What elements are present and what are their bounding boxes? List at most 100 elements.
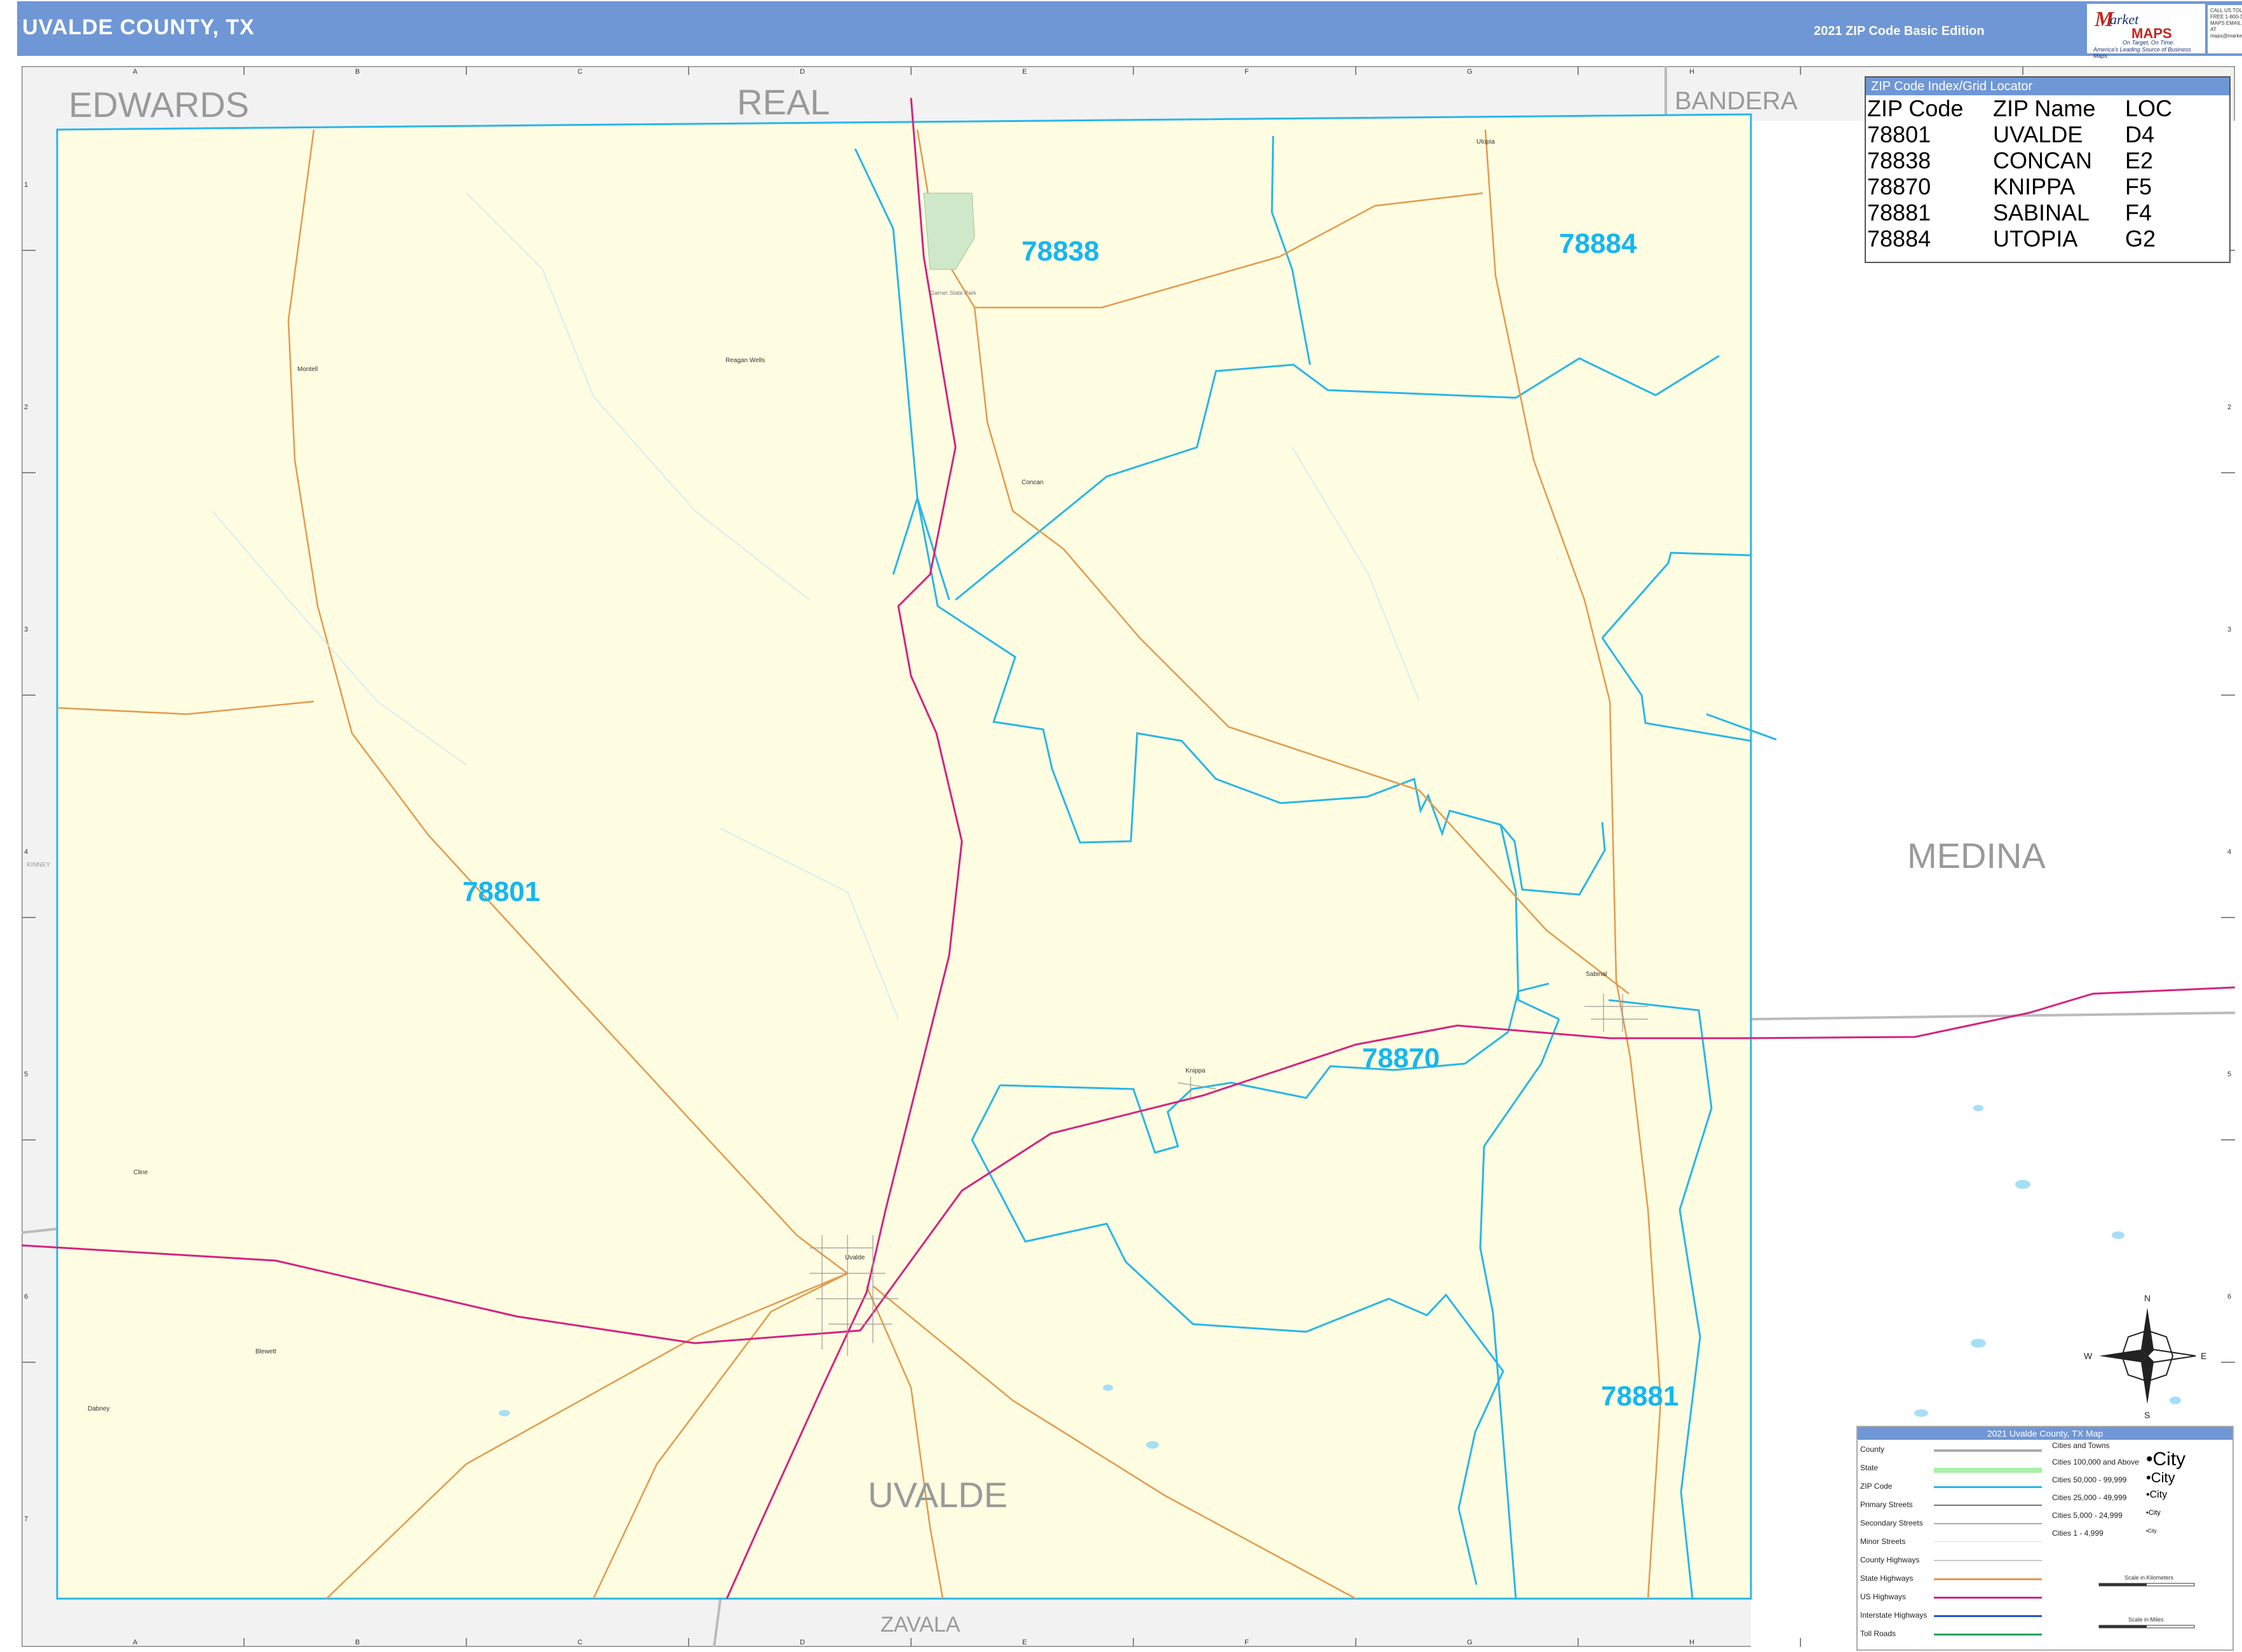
legend-city-sample: •City bbox=[2146, 1489, 2168, 1501]
legend-item-swatch bbox=[1934, 1523, 2042, 1524]
grid-column-label: E bbox=[1022, 1639, 1027, 1646]
grid-column-label: F bbox=[1245, 1639, 1249, 1646]
loc-cell: D4 bbox=[2125, 121, 2155, 147]
title-bar: UVALDE COUNTY, TX 2021 ZIP Code Basic Ed… bbox=[17, 1, 2242, 59]
zip-cell: 78801 bbox=[1867, 121, 1931, 147]
grid-column-label: D bbox=[800, 1639, 805, 1646]
table-row: 78838 CONCAN E2 bbox=[1867, 147, 2172, 173]
grid-row-label: 2 bbox=[2227, 403, 2231, 411]
legend-item-swatch bbox=[1934, 1541, 2042, 1542]
legend-title: 2021 Uvalde County, TX Map bbox=[1858, 1427, 2232, 1440]
compass-w: W bbox=[2084, 1351, 2093, 1361]
map-legend: 2021 Uvalde County, TX Map County State ZI… bbox=[1856, 1426, 2234, 1651]
zip-cell: 78884 bbox=[1867, 226, 1931, 252]
zip-label-78801: 78801 bbox=[463, 876, 540, 907]
legend-scale-bars: Scale in Kilometers Scale in Miles bbox=[2098, 1574, 2195, 1628]
legend-item-label: Primary Streets bbox=[1860, 1500, 1913, 1509]
grid-column-label: B bbox=[355, 68, 360, 76]
grid-row-label: 3 bbox=[2227, 626, 2231, 633]
county-map[interactable]: AABBCCDDEEFFGGHH 11223344556677 bbox=[22, 66, 2235, 1647]
legend-item-label: Toll Roads bbox=[1860, 1629, 1896, 1638]
legend-city-sample: •City bbox=[2146, 1528, 2157, 1534]
scale-km-label: Scale in Kilometers bbox=[2124, 1574, 2174, 1581]
grid-row-label: 7 bbox=[24, 1515, 28, 1523]
place-concan: Concan bbox=[1022, 479, 1043, 486]
place-cline: Cline bbox=[133, 1169, 148, 1176]
county-medina: MEDINA bbox=[1907, 836, 2046, 876]
name-cell: UTOPIA bbox=[1993, 226, 2078, 252]
legend-city-sample: •City bbox=[2146, 1449, 2186, 1470]
logo-tagline-2: America's Leading Source of Business Map… bbox=[2093, 46, 2191, 59]
legend-item-swatch bbox=[1934, 1449, 2042, 1452]
grid-column-label: F bbox=[1245, 68, 1249, 76]
grid-row-label: 2 bbox=[24, 403, 28, 411]
legend-item-swatch bbox=[1934, 1505, 2042, 1506]
zip-label-78838: 78838 bbox=[1022, 236, 1099, 267]
place-reagan-wells: Reagan Wells bbox=[726, 357, 765, 364]
legend-city-class: Cities 25,000 - 49,999 bbox=[2052, 1493, 2127, 1502]
legend-item-label: County bbox=[1860, 1445, 1885, 1454]
grid-row-label: 4 bbox=[2227, 848, 2231, 856]
grid-column-label: C bbox=[577, 68, 583, 76]
legend-item-swatch bbox=[1934, 1615, 2042, 1617]
county-zavala: ZAVALA bbox=[881, 1613, 961, 1637]
county-kinney: KINNEY bbox=[27, 862, 51, 869]
place-sabinal: Sabinal bbox=[1586, 971, 1607, 978]
legend-item-label: State Highways bbox=[1860, 1574, 1914, 1583]
county-uvalde: UVALDE bbox=[868, 1475, 1008, 1515]
zip-index-header-row: ZIP Code ZIP Name LOC bbox=[1867, 95, 2172, 121]
loc-cell: E2 bbox=[2125, 147, 2154, 173]
contact-info: CALL US TOLL FREE 1-800-334-MAPS EMAIL U… bbox=[2208, 5, 2242, 53]
legend-item-swatch bbox=[1934, 1560, 2042, 1561]
grid-column-label: G bbox=[1467, 68, 1473, 76]
grid-row-label: 6 bbox=[2227, 1293, 2231, 1301]
loc-cell: G2 bbox=[2125, 226, 2156, 252]
legend-city-class: Cities 100,000 and Above bbox=[2052, 1458, 2139, 1466]
scale-mi-label: Scale in Miles bbox=[2128, 1616, 2164, 1623]
loc-cell: F5 bbox=[2125, 173, 2152, 200]
place-montell: Montell bbox=[297, 366, 318, 373]
name-cell: CONCAN bbox=[1993, 147, 2093, 173]
loc-cell: F4 bbox=[2125, 200, 2152, 226]
zip-label-78870: 78870 bbox=[1362, 1043, 1440, 1074]
legend-item-label: Interstate Highways bbox=[1860, 1611, 1928, 1620]
table-row: 78801 UVALDE D4 bbox=[1867, 121, 2172, 147]
zip-cell: 78838 bbox=[1867, 147, 1931, 173]
legend-item-swatch bbox=[1934, 1578, 2042, 1580]
col-header-zip: ZIP Code bbox=[1867, 95, 1964, 121]
zip-cell: 78870 bbox=[1867, 173, 1931, 200]
place-dabney: Dabney bbox=[88, 1405, 109, 1412]
legend-city-class: Cities 1 - 4,999 bbox=[2052, 1529, 2104, 1538]
zip-index-grid: ZIP Code ZIP Name LOC 78801 UVALDE D4 78… bbox=[1867, 95, 2172, 252]
grid-column-label: B bbox=[355, 1639, 360, 1646]
county-edwards: EDWARDS bbox=[69, 85, 249, 125]
county-bandera: BANDERA bbox=[1675, 87, 1798, 115]
place-uvalde-city: Uvalde bbox=[845, 1254, 865, 1261]
legend-item-swatch bbox=[1934, 1468, 2042, 1473]
grid-column-label: C bbox=[577, 1639, 583, 1646]
place-utopia: Utopia bbox=[1476, 139, 1495, 146]
grid-column-label: H bbox=[1689, 68, 1694, 76]
legend-city-sample: •City bbox=[2146, 1469, 2175, 1486]
place-knippa: Knippa bbox=[1185, 1067, 1206, 1074]
grid-column-label: A bbox=[133, 1639, 138, 1646]
legend-city-class: Cities 50,000 - 99,999 bbox=[2052, 1475, 2127, 1484]
name-cell: SABINAL bbox=[1993, 200, 2090, 226]
legend-city-class: Cities 5,000 - 24,999 bbox=[2052, 1511, 2123, 1520]
compass-s: S bbox=[2144, 1410, 2150, 1420]
name-cell: UVALDE bbox=[1993, 121, 2083, 147]
table-row: 78870 KNIPPA F5 bbox=[1867, 173, 2172, 200]
name-cell: KNIPPA bbox=[1993, 173, 2076, 200]
table-row: 78884 UTOPIA G2 bbox=[1867, 226, 2172, 252]
map-title: UVALDE COUNTY, TX bbox=[22, 15, 255, 39]
market-maps-logo[interactable]: M arket MAPS On Target, On Time. America… bbox=[2087, 4, 2205, 59]
legend-city-sample: •City bbox=[2146, 1509, 2161, 1517]
zip-label-78881: 78881 bbox=[1601, 1381, 1678, 1412]
place-blewett: Blewett bbox=[255, 1348, 276, 1355]
county-real: REAL bbox=[737, 82, 830, 122]
legend-item-swatch bbox=[1934, 1597, 2042, 1599]
medina-region bbox=[1751, 121, 2235, 1647]
zip-cell: 78881 bbox=[1867, 200, 1931, 226]
grid-row-label: 3 bbox=[24, 626, 28, 633]
legend-cities-title: Cities and Towns bbox=[2052, 1441, 2110, 1450]
